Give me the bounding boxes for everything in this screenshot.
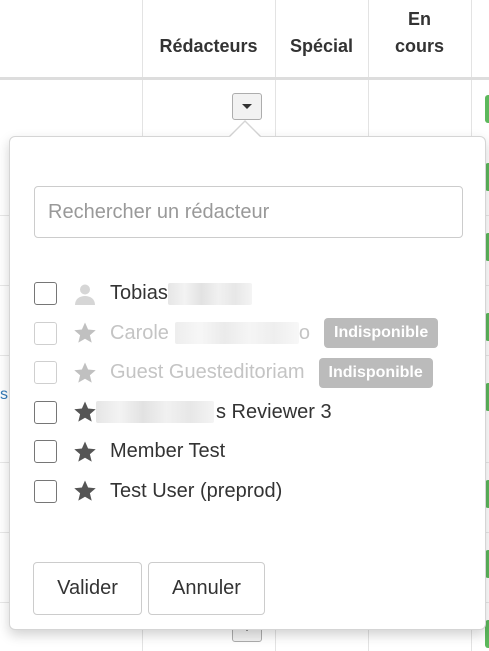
- column-header-en-cours[interactable]: En cours: [368, 0, 471, 77]
- editor-dropdown-toggle[interactable]: [232, 93, 262, 120]
- page: Rédacteurs Spécial En cours si Recherche…: [0, 0, 489, 651]
- star-icon: [71, 320, 99, 346]
- column-header-special[interactable]: Spécial: [275, 0, 368, 77]
- star-icon: [71, 478, 99, 504]
- editor-name: s Reviewer 3: [96, 401, 332, 424]
- editor-item-member-test[interactable]: Member Test: [34, 432, 474, 472]
- cancel-button[interactable]: Annuler: [148, 562, 265, 615]
- editor-name: Member Test: [110, 440, 226, 463]
- editor-name: Test User (preprod): [110, 479, 283, 502]
- editor-name: Guest Guesteditoriam: [110, 361, 305, 384]
- editor-checkbox[interactable]: [34, 400, 57, 424]
- editor-checkbox[interactable]: [34, 440, 57, 464]
- table-header: Rédacteurs Spécial En cours: [0, 0, 489, 77]
- caret-down-icon: [242, 104, 252, 109]
- redacted-text: [174, 322, 299, 345]
- status-indicator: [485, 95, 489, 123]
- column-header-label: Rédacteurs: [159, 36, 258, 56]
- editor-item-test-user[interactable]: Test User (preprod): [34, 472, 474, 512]
- editor-assign-popover: Tobias Caroleo Indisponible Guest Gueste…: [9, 136, 486, 630]
- editor-name: Carole o: [110, 321, 311, 345]
- column-header-label: En cours: [394, 9, 445, 56]
- editor-checkbox: [34, 361, 57, 385]
- popover-arrow-fill: [230, 122, 260, 137]
- column-header-redacteurs[interactable]: Rédacteurs: [142, 0, 275, 77]
- star-icon: [71, 360, 99, 386]
- validate-button[interactable]: Valider: [33, 562, 142, 615]
- editor-checkbox[interactable]: [34, 282, 57, 306]
- unavailable-badge: Indisponible: [324, 318, 439, 349]
- editor-item-tobias[interactable]: Tobias: [34, 274, 474, 314]
- star-icon: [71, 399, 99, 425]
- header-border: [0, 77, 489, 80]
- editor-item-reviewer-3[interactable]: s Reviewer 3: [34, 393, 474, 433]
- editor-item-carole: Carole o Indisponible: [34, 314, 474, 354]
- editor-search-input[interactable]: [34, 186, 463, 238]
- column-header-label: Spécial: [289, 36, 354, 56]
- editor-item-guest: Guest Guesteditoriam Indisponible: [34, 353, 474, 393]
- unavailable-badge: Indisponible: [318, 357, 433, 388]
- editor-name: Tobias: [110, 282, 252, 305]
- star-icon: [71, 439, 99, 465]
- redacted-text: [96, 401, 214, 424]
- editor-checkbox: [34, 321, 57, 345]
- redacted-text: [167, 282, 252, 305]
- editor-checkbox[interactable]: [34, 479, 57, 503]
- user-icon: [71, 281, 99, 307]
- editor-list: Tobias Carole o Indisponible Guest Gueste…: [34, 274, 474, 511]
